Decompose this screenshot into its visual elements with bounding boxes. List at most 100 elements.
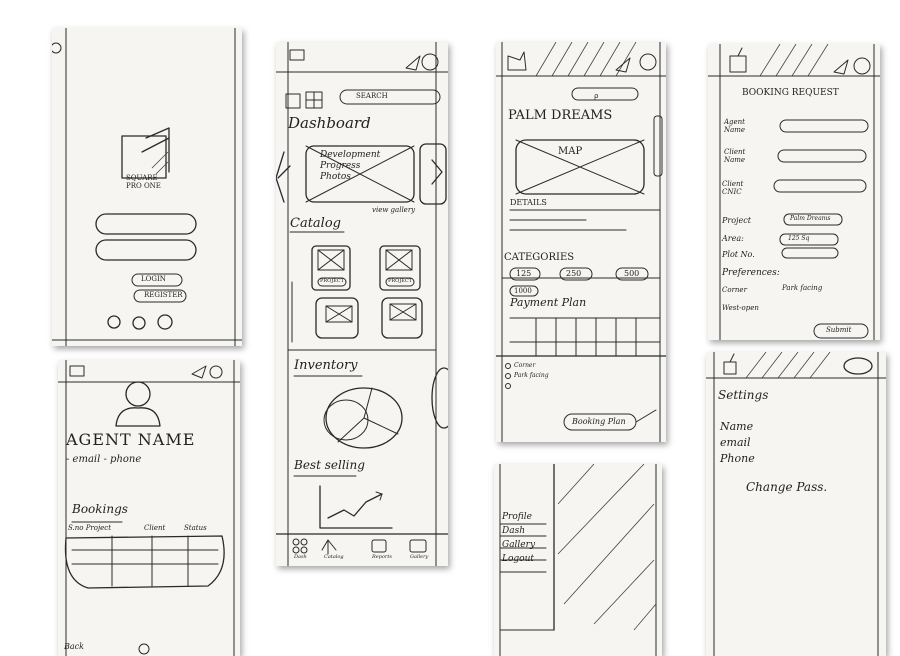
booking-title: BOOKING REQUEST — [742, 88, 839, 98]
plot-select[interactable] — [781, 247, 839, 259]
back-link[interactable]: Back — [64, 642, 84, 651]
settings-phone[interactable]: Phone — [720, 452, 755, 465]
register-label: REGISTER — [144, 291, 183, 299]
project-label: Project — [722, 216, 751, 225]
radio-option-2[interactable] — [505, 373, 511, 379]
payment-plan-table — [496, 317, 666, 357]
notification-icon[interactable] — [853, 57, 871, 75]
option-park-facing: Park facing — [514, 372, 549, 379]
avatar — [115, 381, 161, 427]
search-input[interactable] — [339, 89, 441, 105]
view-gallery-link[interactable]: view gallery — [372, 206, 415, 214]
bookings-table — [64, 535, 225, 589]
catalog-card-4[interactable] — [381, 297, 423, 339]
pref-park-facing[interactable]: Park facing — [782, 284, 822, 292]
app-logo-icon — [723, 353, 737, 375]
tab-gallery[interactable]: Gallery — [410, 554, 428, 560]
pref-west-open[interactable]: West-open — [722, 304, 759, 312]
area-label: Area: — [722, 234, 744, 243]
social-icon-1[interactable] — [107, 315, 121, 329]
tab-catalog-icon[interactable] — [321, 539, 337, 555]
inventory-pie-chart — [323, 367, 448, 449]
payment-plan-heading: Payment Plan — [510, 296, 587, 309]
drawer-item-logout[interactable]: Logout — [502, 554, 534, 564]
client-name-label: Client Name — [724, 148, 746, 164]
category-3: 500 — [624, 269, 640, 278]
best-selling-heading: Best selling — [294, 458, 365, 472]
client-name-input[interactable] — [777, 149, 867, 163]
agent-name-input[interactable] — [779, 119, 869, 133]
project-screen-sketch: ρ PALM DREAMS MAP DETAILS CATEGORIES 125… — [496, 42, 666, 442]
home-icon[interactable] — [138, 643, 150, 655]
settings-email[interactable]: email — [720, 436, 751, 449]
project-screen-lines: ρ — [496, 42, 666, 442]
send-icon[interactable] — [191, 365, 207, 379]
drawer-item-profile[interactable]: Profile — [502, 512, 532, 522]
project-value: Palm Dreams — [790, 215, 831, 222]
username-input[interactable] — [95, 213, 197, 235]
project-label-1: PROJECT — [320, 278, 345, 284]
catalog-heading: Catalog — [290, 216, 341, 231]
agent-name: AGENT NAME — [66, 430, 196, 449]
search-icon: ρ — [594, 92, 599, 100]
tab-reports-icon[interactable] — [371, 539, 387, 553]
bookings-heading: Bookings — [72, 502, 128, 516]
map-label: MAP — [558, 146, 583, 157]
settings-title: Settings — [718, 388, 769, 402]
send-icon[interactable] — [615, 57, 631, 73]
pref-corner[interactable]: Corner — [722, 286, 747, 294]
bookings-col-3: Status — [184, 524, 207, 532]
menu-icon[interactable] — [69, 365, 85, 377]
area-value: 125 Sq — [788, 235, 810, 242]
social-icon-3[interactable] — [157, 314, 173, 330]
app-logo-icon — [289, 49, 305, 61]
project-label-2: PROJECT — [388, 278, 413, 284]
catalog-card-3[interactable] — [315, 297, 359, 339]
best-selling-line-chart — [319, 485, 393, 529]
send-icon[interactable] — [833, 59, 849, 75]
brand-name: SQUARE PRO ONE — [126, 174, 161, 190]
app-logo-icon — [507, 51, 527, 71]
inventory-heading: Inventory — [294, 358, 358, 373]
gear-icon[interactable] — [209, 365, 223, 379]
category-1: 125 — [516, 269, 532, 278]
drawer-item-gallery[interactable]: Gallery — [502, 540, 535, 550]
project-title: PALM DREAMS — [508, 108, 613, 123]
preferences-label: Preferences: — [722, 268, 780, 278]
notification-icon[interactable] — [843, 357, 873, 375]
tab-dash[interactable]: Dash — [294, 554, 307, 560]
submit-label: Submit — [826, 326, 852, 334]
tab-dash-icon[interactable] — [292, 538, 308, 554]
profile-screen-sketch: AGENT NAME - email - phone Bookings S.no… — [58, 360, 240, 656]
booking-plan-label: Booking Plan — [572, 417, 626, 426]
notification-icon[interactable] — [639, 53, 657, 71]
bookings-col-2: Client — [144, 524, 166, 532]
categories-heading: CATEGORIES — [504, 252, 575, 263]
change-password-link[interactable]: Change Pass. — [746, 480, 827, 494]
plot-label: Plot No. — [722, 250, 755, 259]
tab-gallery-icon[interactable] — [409, 539, 427, 553]
tab-reports[interactable]: Reports — [372, 554, 392, 560]
settings-screen-sketch: Settings Name email Phone Change Pass. — [706, 352, 886, 656]
send-icon[interactable] — [405, 55, 421, 71]
app-logo-icon — [729, 47, 747, 73]
logo-icon — [121, 127, 170, 179]
drawer-item-dash[interactable]: Dash — [502, 526, 525, 536]
radio-option-3[interactable] — [505, 383, 511, 389]
details-heading: DETAILS — [510, 198, 547, 207]
agent-name-label: Agent Name — [724, 118, 746, 134]
category-2: 250 — [566, 269, 582, 278]
option-corner: Corner — [514, 362, 536, 369]
tab-catalog[interactable]: Catalog — [324, 554, 344, 560]
login-label: LOGIN — [141, 275, 166, 283]
drawer-screen-sketch: Profile Dash Gallery Logout — [494, 464, 662, 656]
dashboard-screen-sketch: SEARCH Dashboard Development Progress Ph… — [276, 42, 448, 566]
login-screen-sketch: SQUARE PRO ONE LOGIN REGISTER — [52, 28, 242, 346]
social-icon-2[interactable] — [132, 316, 146, 330]
scrollbar[interactable] — [653, 115, 663, 177]
client-cnic-input[interactable] — [773, 179, 867, 193]
radio-option-1[interactable] — [505, 363, 511, 369]
password-input[interactable] — [95, 239, 197, 261]
search-input[interactable] — [571, 87, 639, 101]
settings-name[interactable]: Name — [720, 420, 753, 433]
